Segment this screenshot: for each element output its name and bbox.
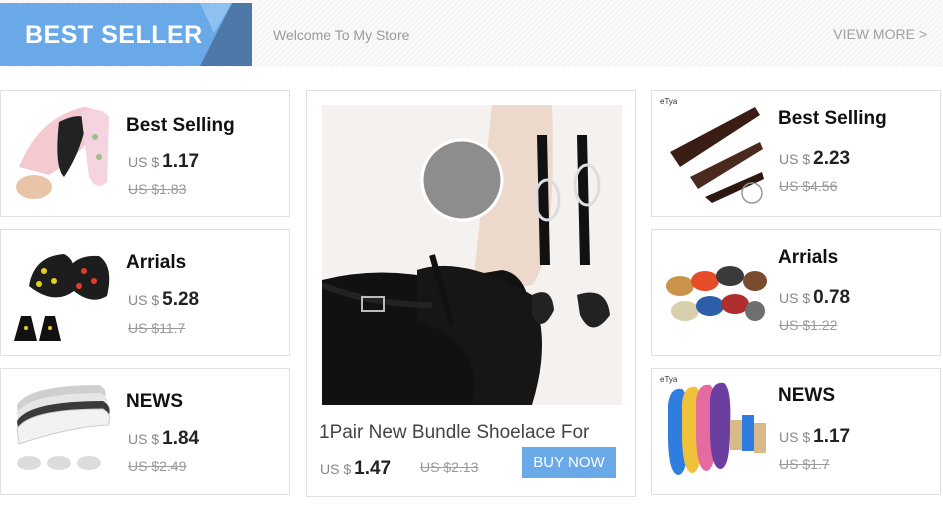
- currency-label: US $: [779, 290, 811, 306]
- original-price: US $11.7: [128, 320, 186, 336]
- product-card-left-1[interactable]: Best Selling US $1.17 US $1.83: [0, 90, 290, 217]
- original-price: US $2.49: [128, 458, 187, 474]
- product-price: US $0.78: [779, 287, 850, 309]
- currency-label: US $: [128, 431, 160, 447]
- price-value: 1.17: [813, 426, 851, 447]
- badge-title: BEST SELLER: [25, 21, 203, 49]
- product-price: US $1.84: [128, 428, 199, 450]
- currency-label: US $: [779, 429, 811, 445]
- brand-label: eTya: [660, 97, 678, 106]
- featured-original-price: US $2.13: [420, 459, 479, 475]
- price-value: 1.17: [162, 151, 200, 172]
- product-title: Best Selling: [126, 115, 235, 136]
- product-card-right-3[interactable]: eTya NEWS US $1.17 US $1.7: [651, 368, 941, 495]
- price-value: 2.23: [813, 148, 851, 169]
- featured-title: 1Pair New Bundle Shoelace For: [319, 422, 590, 443]
- product-price: US $2.23: [779, 148, 850, 170]
- price-value: 1.47: [354, 458, 392, 479]
- insole-pads-icon: [9, 97, 117, 205]
- product-title: NEWS: [126, 391, 183, 412]
- height-insole-icon: [9, 375, 117, 483]
- product-card-left-3[interactable]: NEWS US $1.84 US $2.49: [0, 368, 290, 495]
- brand-label: eTya: [660, 375, 678, 384]
- price-value: 0.78: [813, 287, 851, 308]
- shoe-horn-icon: [660, 97, 768, 205]
- currency-label: US $: [779, 151, 811, 167]
- original-price: US $1.7: [779, 456, 830, 472]
- product-title: Best Selling: [778, 108, 887, 129]
- original-price: US $1.83: [128, 181, 187, 197]
- welcome-text: Welcome To My Store: [273, 27, 410, 43]
- product-title: Arrials: [778, 247, 839, 268]
- shoelace-icon: [660, 236, 768, 344]
- product-price: US $1.17: [779, 426, 850, 448]
- price-value: 1.84: [162, 428, 200, 449]
- product-card-right-2[interactable]: Arrials US $0.78 US $1.22: [651, 229, 941, 356]
- ice-cleats-icon: [9, 236, 117, 344]
- product-price: US $5.28: [128, 289, 199, 311]
- colored-insoles-icon: [660, 375, 768, 483]
- product-card-right-1[interactable]: eTya Best Selling US $2.23 US $4.56: [651, 90, 941, 217]
- currency-label: US $: [128, 154, 160, 170]
- product-price: US $1.17: [128, 151, 199, 173]
- product-title: NEWS: [778, 385, 835, 406]
- price-value: 5.28: [162, 289, 200, 310]
- buy-now-button[interactable]: BUY NOW: [522, 447, 616, 478]
- best-seller-header: BEST SELLER Welcome To My Store VIEW MOR…: [0, 0, 943, 67]
- best-seller-badge: BEST SELLER: [0, 3, 252, 66]
- ankle-strap-heel-icon: [322, 105, 622, 405]
- featured-price: US $1.47: [320, 458, 391, 480]
- currency-label: US $: [128, 292, 160, 308]
- view-more-link[interactable]: VIEW MORE >: [833, 26, 927, 42]
- currency-label: US $: [320, 461, 352, 477]
- product-card-left-2[interactable]: Arrials US $5.28 US $11.7: [0, 229, 290, 356]
- product-title: Arrials: [126, 252, 187, 273]
- featured-product[interactable]: 1Pair New Bundle Shoelace For US $1.47 U…: [306, 90, 636, 497]
- original-price: US $1.22: [779, 317, 838, 333]
- original-price: US $4.56: [779, 178, 838, 194]
